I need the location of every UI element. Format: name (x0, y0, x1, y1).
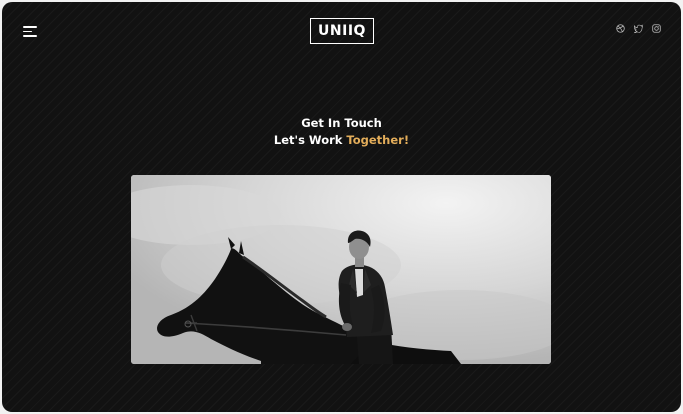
logo[interactable]: UNIIQ (310, 18, 374, 44)
hero-image (131, 175, 551, 364)
section-subheading: Let's Work Together! (2, 133, 681, 147)
social-links (616, 24, 661, 33)
instagram-icon[interactable] (652, 24, 661, 33)
subheading-prefix: Let's Work (273, 133, 347, 147)
section-heading: Get In Touch (301, 116, 382, 130)
menu-line (23, 30, 32, 33)
menu-line (23, 26, 37, 28)
dribbble-icon[interactable] (616, 24, 625, 33)
menu-line (23, 35, 37, 37)
logo-text: UNIIQ (318, 23, 366, 39)
man-riding-horse-photo (131, 175, 551, 364)
page-frame: UNIIQ Get In Touch Let's Work Together! (2, 2, 681, 412)
twitter-icon[interactable] (634, 24, 643, 33)
subheading-accent: Together! (346, 133, 410, 147)
hamburger-menu-icon[interactable] (23, 24, 39, 38)
